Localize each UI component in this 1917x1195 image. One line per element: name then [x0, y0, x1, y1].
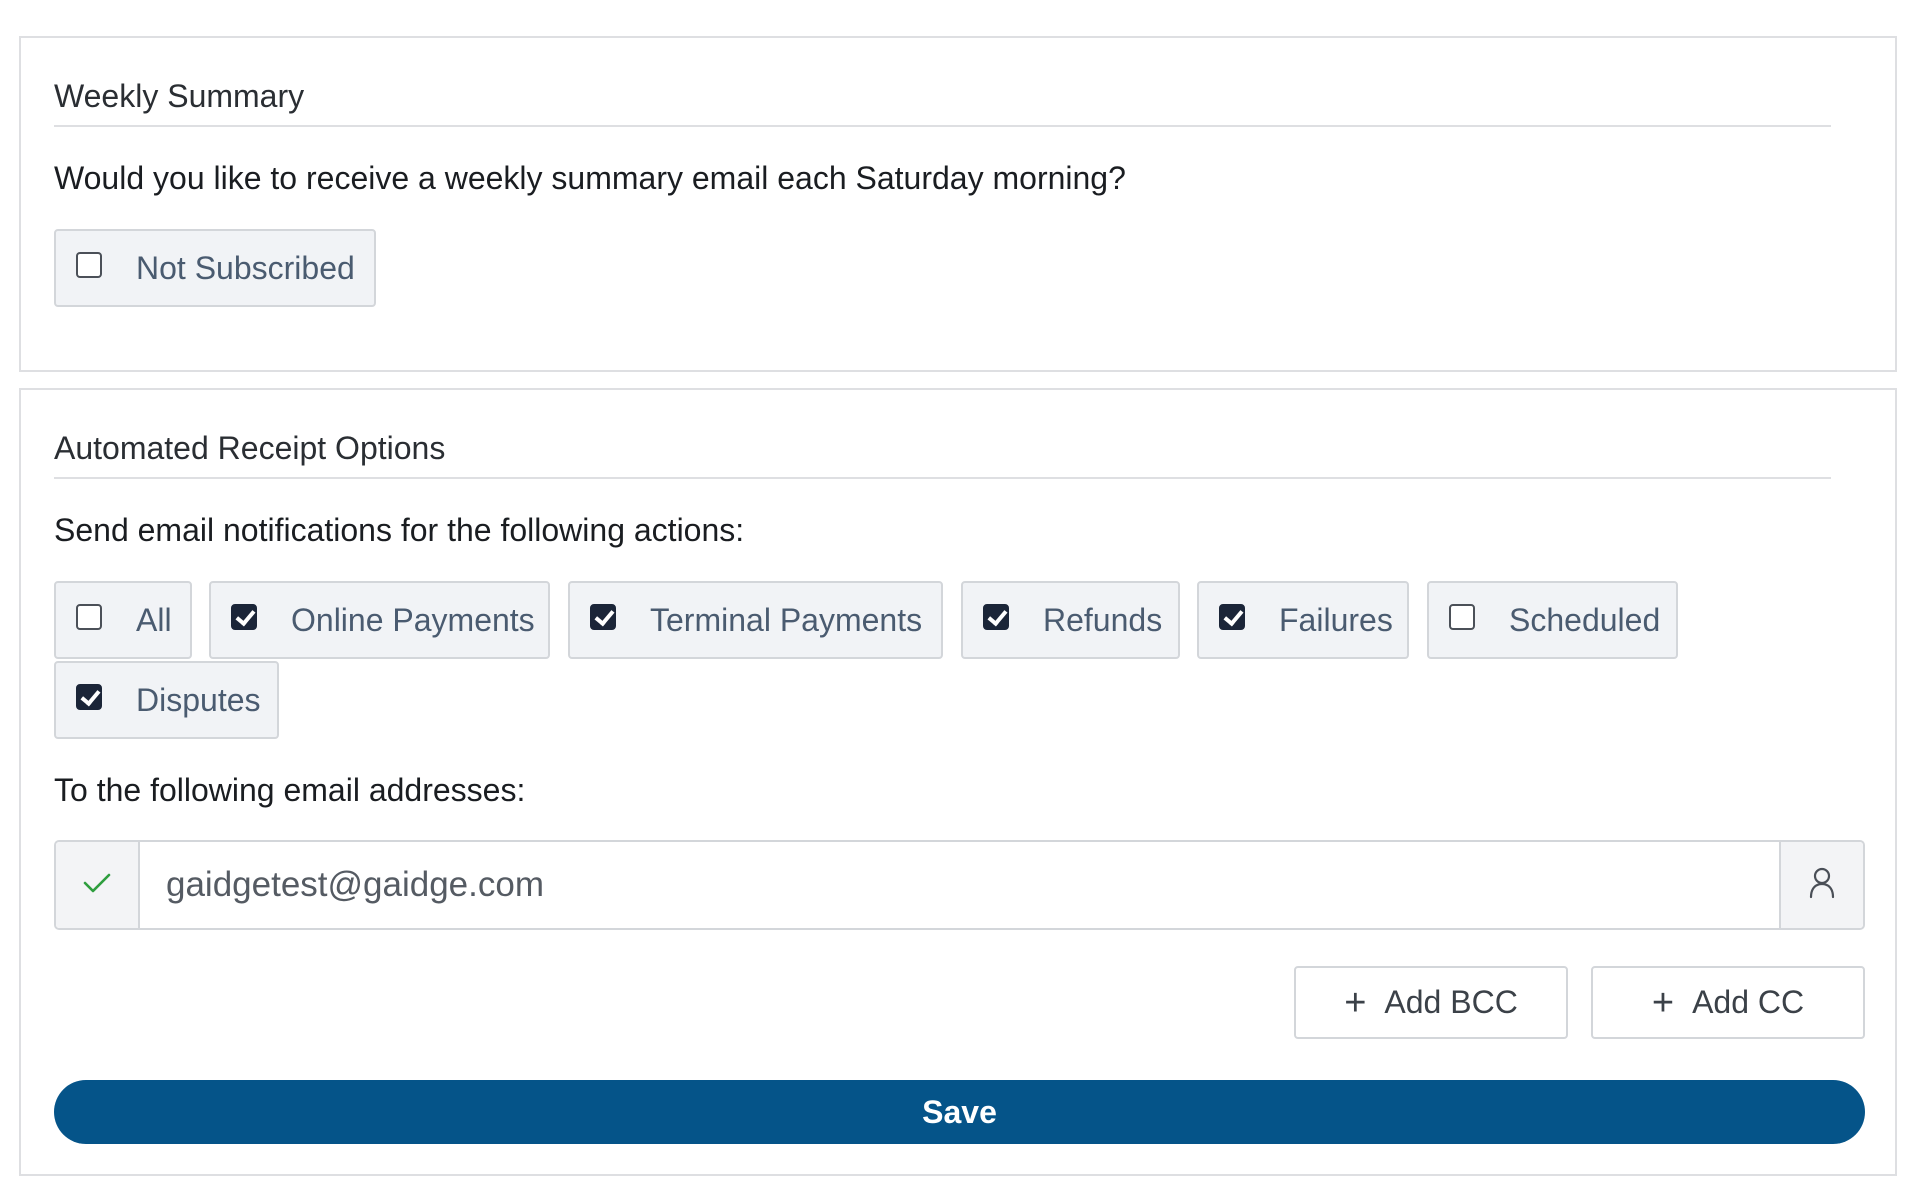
automated-receipt-card: Automated Receipt Options Send email not… — [19, 388, 1897, 1176]
option-failures-checkbox[interactable]: Failures — [1197, 581, 1409, 659]
checkbox-label: Terminal Payments — [650, 601, 923, 638]
email-input-group — [54, 840, 1865, 930]
checkbox-label: Refunds — [1043, 601, 1163, 638]
email-addresses-prompt: To the following email addresses: — [54, 772, 526, 808]
contact-picker-button[interactable] — [1779, 842, 1863, 928]
add-bcc-label: Add BCC — [1384, 984, 1518, 1020]
option-online-payments-checkbox[interactable]: Online Payments — [209, 581, 550, 659]
checkbox-box[interactable] — [231, 604, 257, 630]
checkbox-label: Not Subscribed — [136, 249, 355, 286]
add-cc-label: Add CC — [1692, 984, 1805, 1020]
option-terminal-payments-checkbox[interactable]: Terminal Payments — [568, 581, 943, 659]
email-input[interactable] — [140, 842, 1779, 928]
not-subscribed-checkbox[interactable]: Not Subscribed — [54, 229, 376, 307]
notifications-prompt: Send email notifications for the followi… — [54, 512, 745, 548]
option-refunds-checkbox[interactable]: Refunds — [961, 581, 1180, 659]
checkbox-label: Failures — [1279, 601, 1393, 638]
weekly-summary-title: Weekly Summary — [54, 78, 1831, 127]
weekly-summary-card: Weekly Summary Would you like to receive… — [19, 36, 1897, 372]
add-cc-button[interactable]: + Add CC — [1591, 966, 1865, 1039]
automated-receipt-title: Automated Receipt Options — [54, 430, 1831, 479]
checkbox-box[interactable] — [590, 604, 616, 630]
save-button[interactable]: Save — [54, 1080, 1865, 1144]
plus-icon: + — [1344, 981, 1367, 1024]
check-icon — [82, 871, 112, 900]
checkbox-box[interactable] — [76, 252, 102, 278]
option-disputes-checkbox[interactable]: Disputes — [54, 661, 279, 739]
option-all-checkbox[interactable]: All — [54, 581, 192, 659]
checkbox-box[interactable] — [983, 604, 1009, 630]
checkbox-label: Online Payments — [291, 601, 535, 638]
checkbox-box[interactable] — [76, 684, 102, 710]
user-icon[interactable] — [1808, 866, 1836, 905]
checkbox-label: Scheduled — [1509, 601, 1661, 638]
add-bcc-button[interactable]: + Add BCC — [1294, 966, 1568, 1039]
checkbox-box[interactable] — [1219, 604, 1245, 630]
checkbox-label: Disputes — [136, 681, 261, 718]
checkbox-box[interactable] — [76, 604, 102, 630]
option-scheduled-checkbox[interactable]: Scheduled — [1427, 581, 1678, 659]
checkbox-box[interactable] — [1449, 604, 1475, 630]
plus-icon: + — [1651, 981, 1675, 1024]
weekly-summary-prompt: Would you like to receive a weekly summa… — [54, 160, 1126, 196]
checkbox-label: All — [136, 601, 172, 638]
email-valid-indicator — [56, 842, 140, 928]
